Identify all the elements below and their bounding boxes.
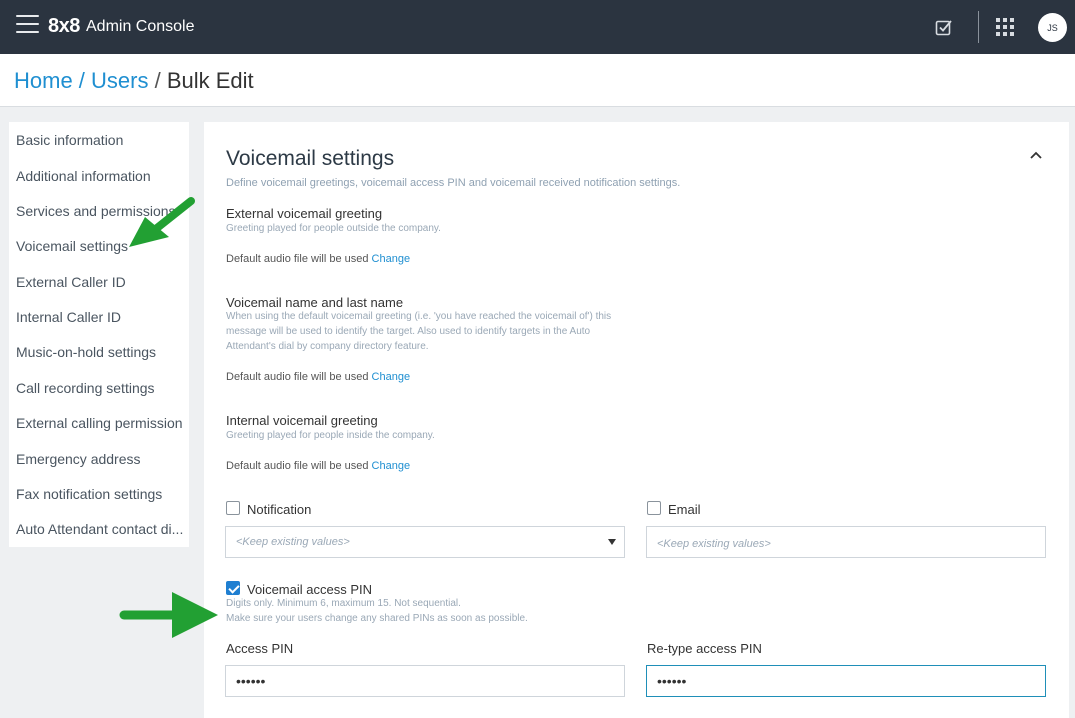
section-description: Define voicemail greetings, voicemail ac… bbox=[226, 177, 681, 189]
sidebar-item-call-recording[interactable]: Call recording settings bbox=[16, 380, 184, 396]
email-label: Email bbox=[668, 502, 701, 517]
task-checkbox-icon[interactable] bbox=[935, 18, 953, 36]
sidebar-item-fax-notification[interactable]: Fax notification settings bbox=[16, 486, 184, 502]
sidebar-item-music-on-hold[interactable]: Music-on-hold settings bbox=[16, 344, 184, 360]
name-greeting-audio-text: Default audio file will be used bbox=[226, 371, 369, 383]
notification-checkbox[interactable] bbox=[226, 501, 240, 515]
breadcrumb-users-link[interactable]: Users bbox=[91, 68, 148, 93]
name-greeting-help: When using the default voicemail greetin… bbox=[226, 311, 612, 352]
email-input[interactable] bbox=[646, 526, 1046, 558]
voicemail-pin-label: Voicemail access PIN bbox=[247, 582, 372, 597]
top-bar: 8x8 Admin Console JS bbox=[0, 0, 1075, 54]
external-greeting-change-link[interactable]: Change bbox=[372, 253, 411, 265]
notification-select-value: <Keep existing values> bbox=[236, 536, 350, 548]
breadcrumb-current: Bulk Edit bbox=[166, 68, 254, 93]
user-avatar[interactable]: JS bbox=[1038, 13, 1067, 42]
app-title: Admin Console bbox=[86, 18, 195, 35]
pin-help-line1: Digits only. Minimum 6, maximum 15. Not … bbox=[226, 598, 461, 609]
annotation-arrow-icon bbox=[119, 592, 218, 638]
apps-grid-icon[interactable] bbox=[996, 18, 1014, 36]
name-greeting-title: Voicemail name and last name bbox=[226, 295, 404, 310]
breadcrumb: Home / Users / Bulk Edit bbox=[14, 68, 254, 94]
external-greeting-audio-text: Default audio file will be used bbox=[226, 253, 369, 265]
name-greeting-change-link[interactable]: Change bbox=[372, 371, 411, 383]
retype-pin-label: Re-type access PIN bbox=[647, 641, 762, 656]
email-checkbox[interactable] bbox=[647, 501, 661, 515]
external-greeting-audio: Default audio file will be used Change bbox=[226, 253, 410, 265]
external-greeting-title: External voicemail greeting bbox=[226, 206, 383, 221]
settings-sidebar: Basic information Additional information… bbox=[9, 122, 189, 547]
section-title: Voicemail settings bbox=[226, 147, 395, 170]
voicemail-settings-panel: Voicemail settings Define voicemail gree… bbox=[204, 122, 1069, 718]
hamburger-menu-icon[interactable] bbox=[16, 15, 39, 35]
external-greeting-help: Greeting played for people outside the c… bbox=[226, 223, 441, 234]
top-divider bbox=[978, 11, 979, 43]
internal-greeting-audio: Default audio file will be used Change bbox=[226, 460, 410, 472]
pin-help-line2: Make sure your users change any shared P… bbox=[226, 613, 528, 624]
sidebar-item-internal-caller-id[interactable]: Internal Caller ID bbox=[16, 309, 184, 325]
breadcrumb-bar: Home / Users / Bulk Edit bbox=[0, 54, 1075, 107]
name-greeting-audio: Default audio file will be used Change bbox=[226, 371, 410, 383]
breadcrumb-separator: / bbox=[148, 68, 167, 93]
notification-label: Notification bbox=[247, 502, 312, 517]
internal-greeting-audio-text: Default audio file will be used bbox=[226, 460, 369, 472]
breadcrumb-home-link[interactable]: Home bbox=[14, 68, 73, 93]
sidebar-item-additional-information[interactable]: Additional information bbox=[16, 168, 184, 184]
internal-greeting-title: Internal voicemail greeting bbox=[226, 413, 378, 428]
sidebar-item-basic-information[interactable]: Basic information bbox=[16, 132, 184, 148]
access-pin-input[interactable] bbox=[225, 665, 625, 697]
access-pin-label: Access PIN bbox=[226, 641, 294, 656]
sidebar-item-external-calling-permission[interactable]: External calling permission bbox=[16, 415, 184, 431]
sidebar-item-emergency-address[interactable]: Emergency address bbox=[16, 451, 184, 467]
notification-select[interactable]: <Keep existing values> bbox=[225, 526, 625, 558]
annotation-arrow-icon bbox=[129, 197, 195, 247]
brand-logo: 8x8 bbox=[48, 15, 80, 37]
retype-pin-input[interactable] bbox=[646, 665, 1046, 697]
voicemail-pin-checkbox[interactable] bbox=[226, 581, 240, 595]
breadcrumb-separator: / bbox=[72, 68, 92, 93]
internal-greeting-change-link[interactable]: Change bbox=[372, 460, 411, 472]
sidebar-item-external-caller-id[interactable]: External Caller ID bbox=[16, 274, 184, 290]
sidebar-item-auto-attendant-contact[interactable]: Auto Attendant contact di... bbox=[16, 521, 184, 537]
caret-down-icon bbox=[608, 539, 616, 545]
internal-greeting-help: Greeting played for people inside the co… bbox=[226, 430, 435, 441]
chevron-up-icon[interactable] bbox=[1028, 149, 1044, 161]
